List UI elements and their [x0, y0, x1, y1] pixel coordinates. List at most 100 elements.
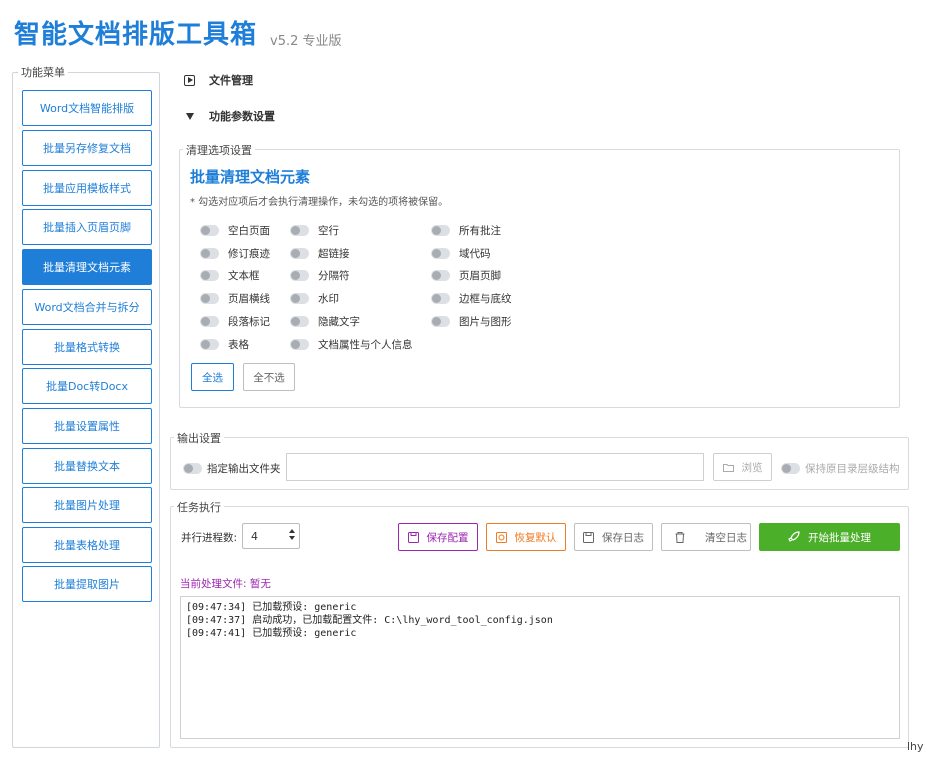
- parallel-value: 4: [251, 529, 258, 543]
- toggle-switch[interactable]: [290, 248, 309, 259]
- restore-default-button[interactable]: 恢复默认: [486, 523, 566, 551]
- toggle-switch[interactable]: [290, 293, 309, 304]
- toggle-switch[interactable]: [431, 316, 450, 327]
- toggle-switch[interactable]: [200, 339, 219, 350]
- toggle-switch[interactable]: [431, 225, 450, 236]
- option-field-codes[interactable]: 域代码: [431, 246, 491, 261]
- option-separators[interactable]: 分隔符: [290, 268, 350, 283]
- option-label: 所有批注: [459, 225, 501, 237]
- app-version: v5.2 专业版: [270, 34, 342, 49]
- option-text-boxes[interactable]: 文本框: [200, 268, 260, 283]
- save-config-button[interactable]: 保存配置: [398, 523, 478, 551]
- option-header-line[interactable]: 页眉横线: [200, 291, 270, 306]
- toggle-switch[interactable]: [431, 270, 450, 281]
- menu-item-set-properties[interactable]: 批量设置属性: [22, 408, 152, 444]
- option-label: 段落标记: [228, 316, 270, 328]
- clean-hint: * 勾选对应项后才会执行清理操作，未勾选的项将被保留。: [190, 197, 449, 208]
- option-label: 页眉页脚: [459, 270, 501, 282]
- menu-item-image-processing[interactable]: 批量图片处理: [22, 487, 152, 523]
- keep-dir-structure-label: 保持原目录层级结构: [805, 463, 900, 475]
- option-tables[interactable]: 表格: [200, 337, 249, 352]
- toggle-switch[interactable]: [781, 463, 800, 474]
- restore-default-label: 恢复默认: [514, 531, 557, 544]
- option-images-shapes[interactable]: 图片与图形: [431, 314, 512, 329]
- option-label: 页眉横线: [228, 293, 270, 305]
- log-line: [09:47:34] 已加载预设: generic: [186, 602, 357, 613]
- toggle-switch[interactable]: [200, 270, 219, 281]
- option-blank-pages[interactable]: 空白页面: [200, 223, 270, 238]
- browse-button[interactable]: 浏览: [713, 453, 772, 481]
- menu-item-table-processing[interactable]: 批量表格处理: [22, 527, 152, 563]
- option-label: 图片与图形: [459, 316, 512, 328]
- option-label: 文本框: [228, 270, 260, 282]
- start-batch-label: 开始批量处理: [808, 531, 871, 544]
- select-none-button[interactable]: 全不选: [243, 363, 295, 391]
- option-watermark[interactable]: 水印: [290, 291, 339, 306]
- section-param-settings[interactable]: 功能参数设置: [184, 108, 275, 124]
- save-log-button[interactable]: 保存日志: [574, 523, 653, 551]
- option-label: 表格: [228, 339, 249, 351]
- output-folder-input[interactable]: [286, 453, 704, 481]
- task-execution-legend: 任务执行: [174, 499, 224, 515]
- menu-item-doc-to-docx[interactable]: 批量Doc转Docx: [22, 368, 152, 404]
- menu-item-merge-split[interactable]: Word文档合并与拆分: [22, 289, 152, 325]
- option-empty-lines[interactable]: 空行: [290, 223, 339, 238]
- save-config-label: 保存配置: [426, 531, 469, 544]
- toggle-switch[interactable]: [290, 316, 309, 327]
- toggle-switch[interactable]: [290, 225, 309, 236]
- option-paragraph-marks[interactable]: 段落标记: [200, 314, 270, 329]
- keep-dir-structure[interactable]: 保持原目录层级结构: [781, 461, 900, 476]
- parallel-spinbox[interactable]: 4: [242, 523, 300, 549]
- author-signature: lhy: [907, 740, 924, 753]
- option-label: 域代码: [459, 248, 491, 260]
- option-all-comments[interactable]: 所有批注: [431, 223, 501, 238]
- option-label: 隐藏文字: [318, 316, 360, 328]
- clean-title: 批量清理文档元素: [190, 168, 311, 186]
- option-label: 超链接: [318, 248, 350, 260]
- option-borders-shading[interactable]: 边框与底纹: [431, 291, 512, 306]
- menu-item-clean-elements[interactable]: 批量清理文档元素: [22, 249, 152, 285]
- clear-log-label: 清空日志: [705, 531, 747, 544]
- toggle-switch[interactable]: [290, 339, 309, 350]
- output-settings-legend: 输出设置: [174, 430, 224, 446]
- section-file-management[interactable]: 文件管理: [184, 72, 253, 88]
- log-output[interactable]: [09:47:34] 已加载预设: generic [09:47:37] 启动成…: [180, 596, 900, 739]
- menu-item-batch-save-repair[interactable]: 批量另存修复文档: [22, 130, 152, 166]
- option-revisions[interactable]: 修订痕迹: [200, 246, 270, 261]
- parallel-label: 并行进程数:: [181, 532, 238, 544]
- toggle-switch[interactable]: [200, 293, 219, 304]
- spin-arrows-icon[interactable]: [289, 529, 295, 540]
- menu-item-smart-layout[interactable]: Word文档智能排版: [22, 90, 152, 126]
- expand-icon: [184, 74, 195, 86]
- current-file-status: 当前处理文件: 暂无: [180, 578, 271, 590]
- restore-icon: [495, 531, 507, 543]
- menu-item-format-convert[interactable]: 批量格式转换: [22, 329, 152, 365]
- menu-item-extract-images[interactable]: 批量提取图片: [22, 566, 152, 602]
- toggle-switch[interactable]: [200, 316, 219, 327]
- toggle-switch[interactable]: [431, 293, 450, 304]
- section-param-settings-label: 功能参数设置: [209, 110, 275, 123]
- menu-item-insert-header-footer[interactable]: 批量插入页眉页脚: [22, 209, 152, 245]
- select-all-button[interactable]: 全选: [191, 363, 234, 391]
- toggle-switch[interactable]: [431, 248, 450, 259]
- option-header-footer[interactable]: 页眉页脚: [431, 268, 501, 283]
- option-hyperlinks[interactable]: 超链接: [290, 246, 350, 261]
- option-doc-properties[interactable]: 文档属性与个人信息: [290, 337, 413, 352]
- option-hidden-text[interactable]: 隐藏文字: [290, 314, 360, 329]
- specify-output-folder[interactable]: 指定输出文件夹: [183, 461, 281, 476]
- section-file-management-label: 文件管理: [209, 74, 253, 87]
- option-label: 空行: [318, 225, 339, 237]
- clear-log-button[interactable]: 清空日志: [661, 523, 751, 551]
- collapse-icon: [186, 112, 194, 120]
- toggle-switch[interactable]: [183, 463, 202, 474]
- toggle-switch[interactable]: [290, 270, 309, 281]
- toggle-switch[interactable]: [200, 248, 219, 259]
- start-batch-button[interactable]: 开始批量处理: [759, 523, 900, 551]
- menu-item-apply-template[interactable]: 批量应用模板样式: [22, 170, 152, 206]
- save-log-label: 保存日志: [602, 531, 644, 544]
- toggle-switch[interactable]: [200, 225, 219, 236]
- option-label: 空白页面: [228, 225, 270, 237]
- save-icon: [583, 531, 594, 543]
- menu-item-replace-text[interactable]: 批量替换文本: [22, 448, 152, 484]
- clean-options-legend: 清理选项设置: [183, 142, 255, 158]
